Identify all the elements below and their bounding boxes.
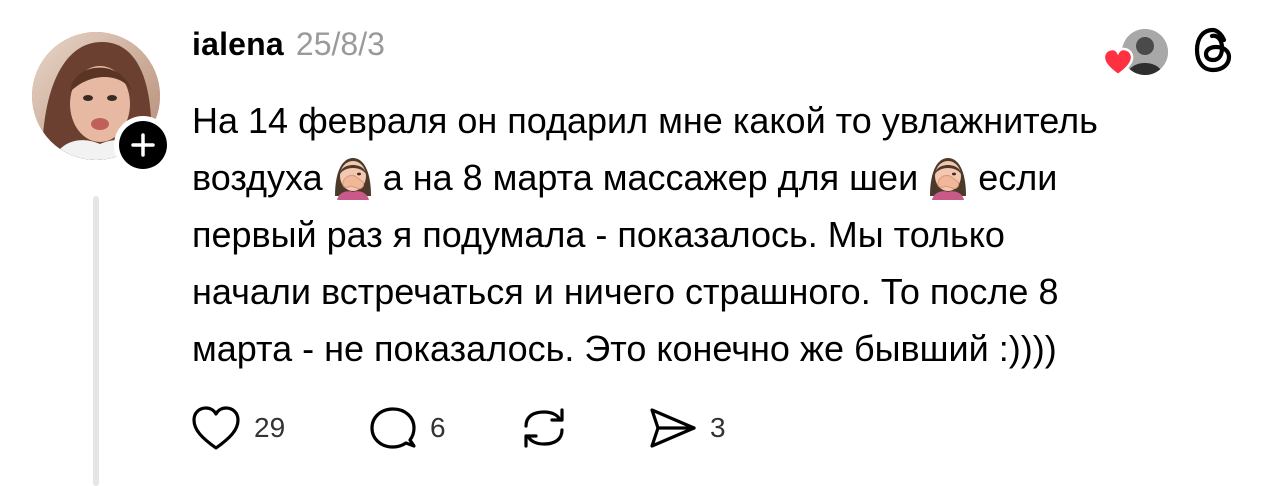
post-line-2-part-1: воздуха xyxy=(192,157,323,198)
follow-button[interactable] xyxy=(114,116,172,174)
post-line-4: начали встречаться и ничего страшного. Т… xyxy=(192,271,1059,312)
like-button[interactable]: 29 xyxy=(190,404,368,452)
face-palm-woman-icon xyxy=(930,158,967,200)
plus-icon xyxy=(131,133,155,157)
post-line-2-part-3: если xyxy=(978,157,1058,198)
like-count: 29 xyxy=(254,412,286,443)
follow-badge xyxy=(119,121,167,169)
top-right-actions xyxy=(1102,26,1236,79)
post-actions: 29 6 3 xyxy=(190,398,766,458)
post-line-5: марта - не показалось. Это конечно же бы… xyxy=(192,328,1057,369)
face-palm-woman-icon xyxy=(334,158,371,200)
comment-bubble-icon xyxy=(370,407,416,449)
reply-button[interactable]: 6 xyxy=(368,404,518,452)
repost-icon xyxy=(524,408,564,448)
share-button[interactable]: 3 xyxy=(646,404,766,452)
send-icon xyxy=(650,408,696,448)
timestamp: 25/8/3 xyxy=(295,26,385,62)
post-header: ialena 25/8/3 xyxy=(192,26,385,70)
post-line-1: На 14 февраля он подарил мне какой то ув… xyxy=(192,100,1098,141)
liked-heart-icon xyxy=(1102,47,1134,82)
share-count: 3 xyxy=(710,412,726,443)
reply-count: 6 xyxy=(430,412,446,443)
liked-by[interactable] xyxy=(1102,27,1172,79)
post-line-3: первый раз я подумала - показалось. Мы т… xyxy=(192,214,1005,255)
repost-button[interactable] xyxy=(518,404,646,452)
threads-logo-icon[interactable] xyxy=(1192,26,1236,79)
thread-line xyxy=(93,196,99,486)
post-line-2-part-2: а на 8 марта массажер для шеи xyxy=(382,157,919,198)
username[interactable]: ialena xyxy=(192,26,284,63)
author-avatar-group[interactable] xyxy=(32,32,172,174)
heart-outline-icon xyxy=(192,406,240,450)
post-line-2: воздуха а на 8 марта массажер для шеи ес… xyxy=(192,149,1232,206)
post-body: На 14 февраля он подарил мне какой то ув… xyxy=(192,92,1232,377)
